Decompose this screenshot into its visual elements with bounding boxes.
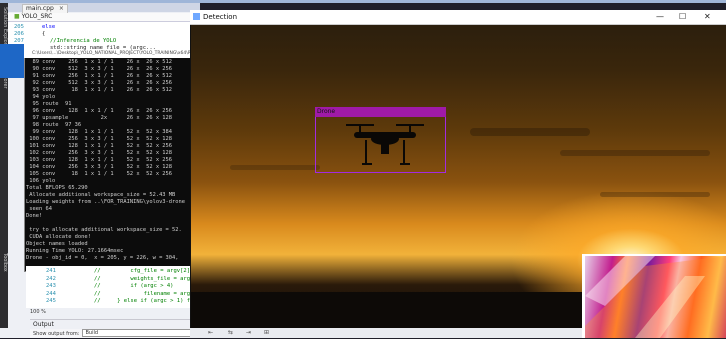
console-line: 105 conv 18 1 x 1 / 1 52 x 52 x 256 [26,171,173,177]
cloud [560,150,710,156]
toolbox-tab[interactable]: Toolbox [0,253,8,272]
zoom-level[interactable]: 100 % [30,309,46,315]
console-line: 93 conv 18 1 x 1 / 1 26 x 26 x 512 [26,87,173,93]
close-icon[interactable]: ✕ [704,10,711,24]
console-title-bar[interactable]: C:\Users\...\Desktop\_YOLO_NATIONAL_PROJ… [24,50,199,58]
code-line: // if (argc > 4) [94,283,174,289]
nav-right-icon[interactable]: ⇥ [246,328,251,338]
show-output-select[interactable]: Build [82,329,195,337]
line-number: 205 [14,24,24,30]
line-number: 206 [14,31,24,37]
console-line: 104 conv 256 3 x 3 / 1 52 x 52 x 128 [26,164,173,170]
console-line: 96 conv 128 1 x 1 / 1 26 x 26 x 256 [26,108,173,114]
minimize-icon[interactable]: — [656,10,664,24]
console-line: 91 conv 256 1 x 1 / 1 26 x 26 x 512 [26,73,173,79]
cloud [600,192,710,197]
console-line: 97 upsample 2x 26 x 26 x 128 [26,115,173,121]
console-line: seen 64 [26,206,52,212]
console-line: try to allocate additional workspace_siz… [26,227,182,233]
detection-title: Detection [203,13,238,21]
console-line: 101 conv 128 1 x 1 / 1 52 x 52 x 256 [26,143,173,149]
code-line: else [42,24,56,30]
console-line: Loading weights from ..\FOR_TRAINING\yol… [26,199,186,205]
console-line: 95 route 91 [26,101,72,107]
detection-title-bar[interactable]: Detection — ☐ ✕ [190,10,726,25]
console-line: Done! [26,213,43,219]
console-title: C:\Users\...\Desktop\_YOLO_NATIONAL_PROJ… [32,51,195,56]
console-line: 94 yolo [26,94,56,100]
code-line: // cfg_file = argv[2]; [94,268,194,274]
console-line: 106 yolo [26,178,56,184]
close-icon[interactable]: × [59,5,64,12]
grid-icon[interactable]: ⊞ [264,328,269,338]
tab-label: main.cpp [26,5,54,12]
output-toolbar: Show output from: Build [30,329,200,338]
console-line: Allocate additional workspace_size = 52.… [26,192,176,198]
console-line: 90 conv 512 3 x 3 / 1 26 x 26 x 256 [26,66,173,72]
code-line: //Inferencia de YOLO [50,38,117,44]
thermal-texture [585,256,726,338]
line-number: 242 [46,275,56,282]
cloud [230,165,320,170]
console-line: 98 route 97 36 [26,122,82,128]
desktop-background [0,44,24,78]
code-line: { [42,31,46,37]
project-icon: ■ [14,13,22,20]
console-line: Running Time YOLO: 27.1664msec [26,248,124,254]
nav-left-icon[interactable]: ⇤ [208,328,213,338]
console-line: CUDA allocate done! [26,234,91,240]
line-number: 244 [46,290,56,297]
console-line: Object names loaded [26,241,88,247]
line-number: 243 [46,283,56,289]
console-line: 92 conv 512 3 x 3 / 1 26 x 26 x 256 [26,80,173,86]
output-panel-header: Output [30,319,200,329]
console-line: 102 conv 256 3 x 3 / 1 52 x 52 x 128 [26,150,173,156]
console-line: Drone - obj_id = 0, x = 205, y = 226, w … [26,255,179,261]
project-name: YOLO_SRC [21,13,53,20]
pan-icon[interactable]: ⇆ [228,328,233,338]
cloud [470,128,590,136]
project-selector[interactable]: ■ YOLO_SRC [14,12,52,21]
console-line: 100 conv 256 3 x 3 / 1 52 x 52 x 128 [26,136,173,142]
line-number: 241 [46,268,56,274]
console-line: Total BFLOPS 65.290 [26,185,88,191]
maximize-icon[interactable]: ☐ [679,10,686,24]
thermal-image [585,256,726,338]
window-icon [193,13,200,20]
console-line: 99 conv 128 1 x 1 / 1 52 x 52 x 384 [26,129,173,135]
console-line: 103 conv 128 1 x 1 / 1 52 x 52 x 256 [26,157,173,163]
console-line: 89 conv 256 1 x 1 / 1 26 x 26 x 512 [26,59,173,65]
detection-label: Drone [315,107,446,117]
line-number: 245 [46,298,56,304]
show-output-label: Show output from: [33,330,80,337]
output-title: Output [33,321,54,328]
